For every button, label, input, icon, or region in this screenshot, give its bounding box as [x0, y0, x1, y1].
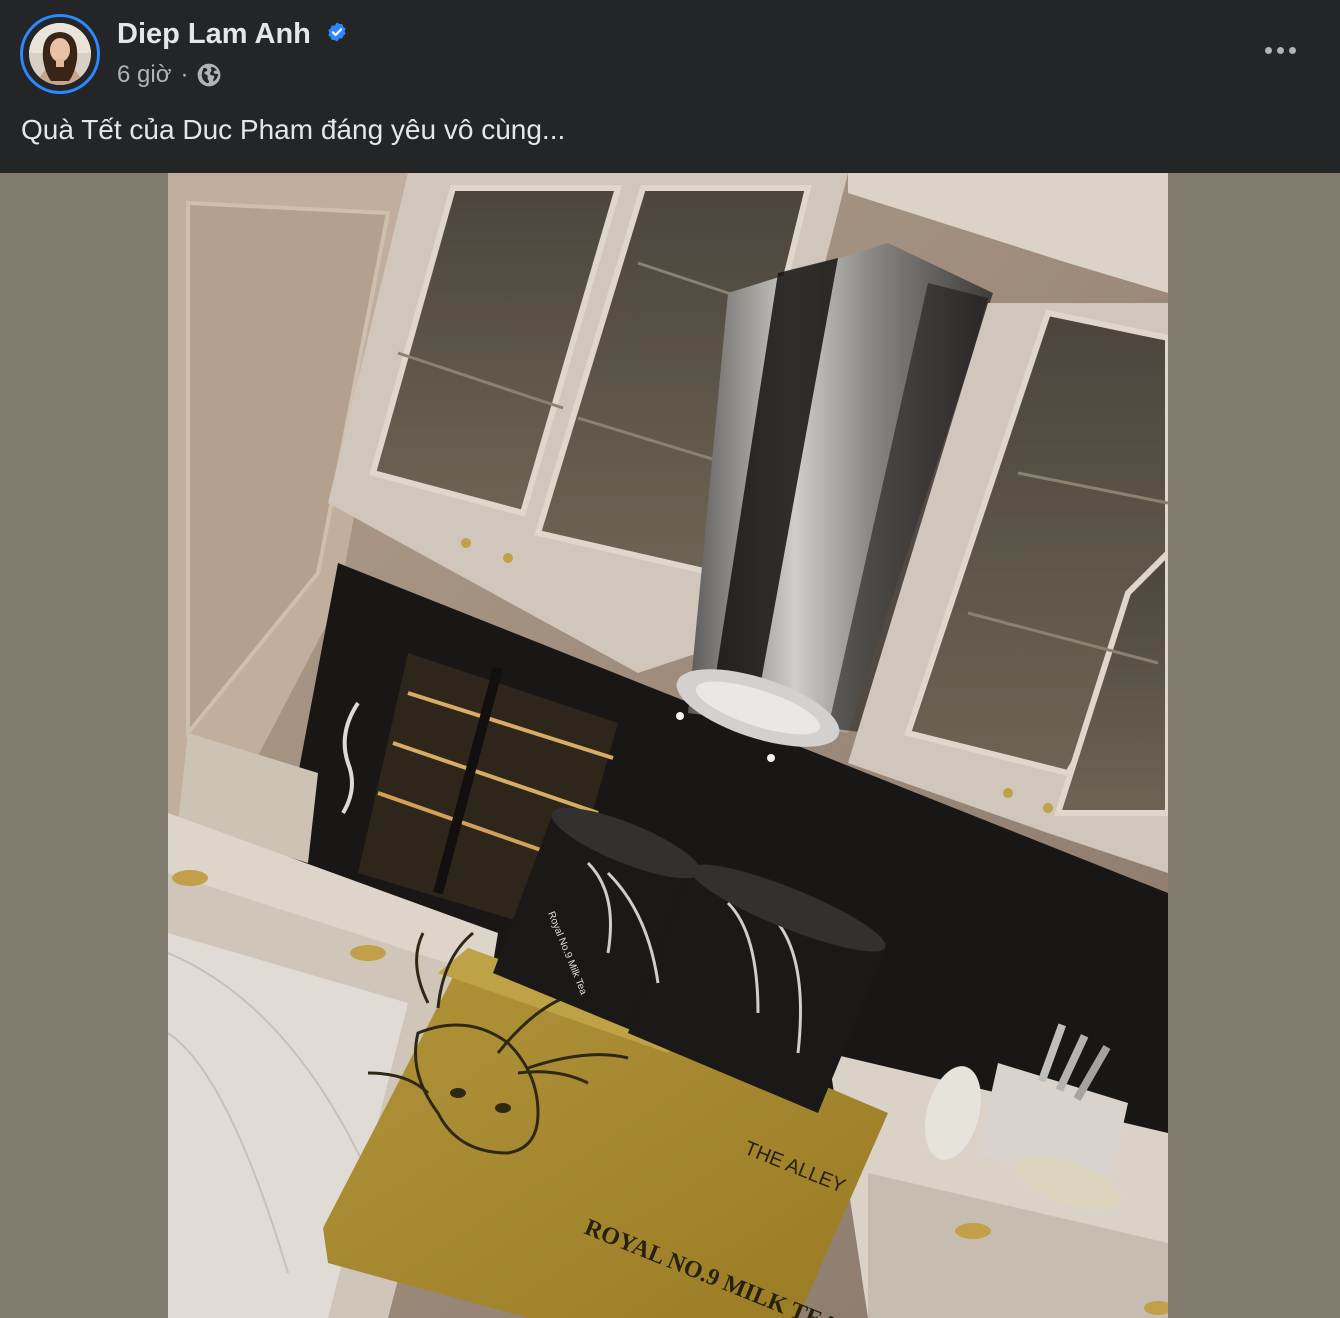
- post-header: Diep Lam Anh 6 giờ ·: [0, 0, 1340, 100]
- more-dot: [1276, 46, 1284, 54]
- author-name[interactable]: Diep Lam Anh: [117, 18, 311, 51]
- globe-icon[interactable]: [196, 62, 222, 88]
- more-dot: [1264, 46, 1272, 54]
- author-avatar-ring[interactable]: [20, 14, 100, 94]
- meta-separator: ·: [180, 61, 189, 88]
- post-photo-area[interactable]: ROYAL NO.9 MILK TEA THE ALLEY Royal No.9…: [0, 173, 1340, 1318]
- post-caption: Quà Tết của Duc Pham đáng yêu vô cùng...: [21, 114, 566, 145]
- post-timestamp[interactable]: 6 giờ: [117, 61, 171, 89]
- verified-badge-icon: [328, 22, 346, 42]
- more-dot: [1288, 46, 1296, 54]
- more-options-icon[interactable]: [1255, 32, 1305, 68]
- author-avatar[interactable]: [29, 23, 91, 85]
- facebook-post: Diep Lam Anh 6 giờ · Quà Tết của Duc Pha…: [0, 0, 1340, 1318]
- post-meta: 6 giờ ·: [117, 60, 222, 90]
- post-photo[interactable]: ROYAL NO.9 MILK TEA THE ALLEY Royal No.9…: [168, 173, 1168, 1318]
